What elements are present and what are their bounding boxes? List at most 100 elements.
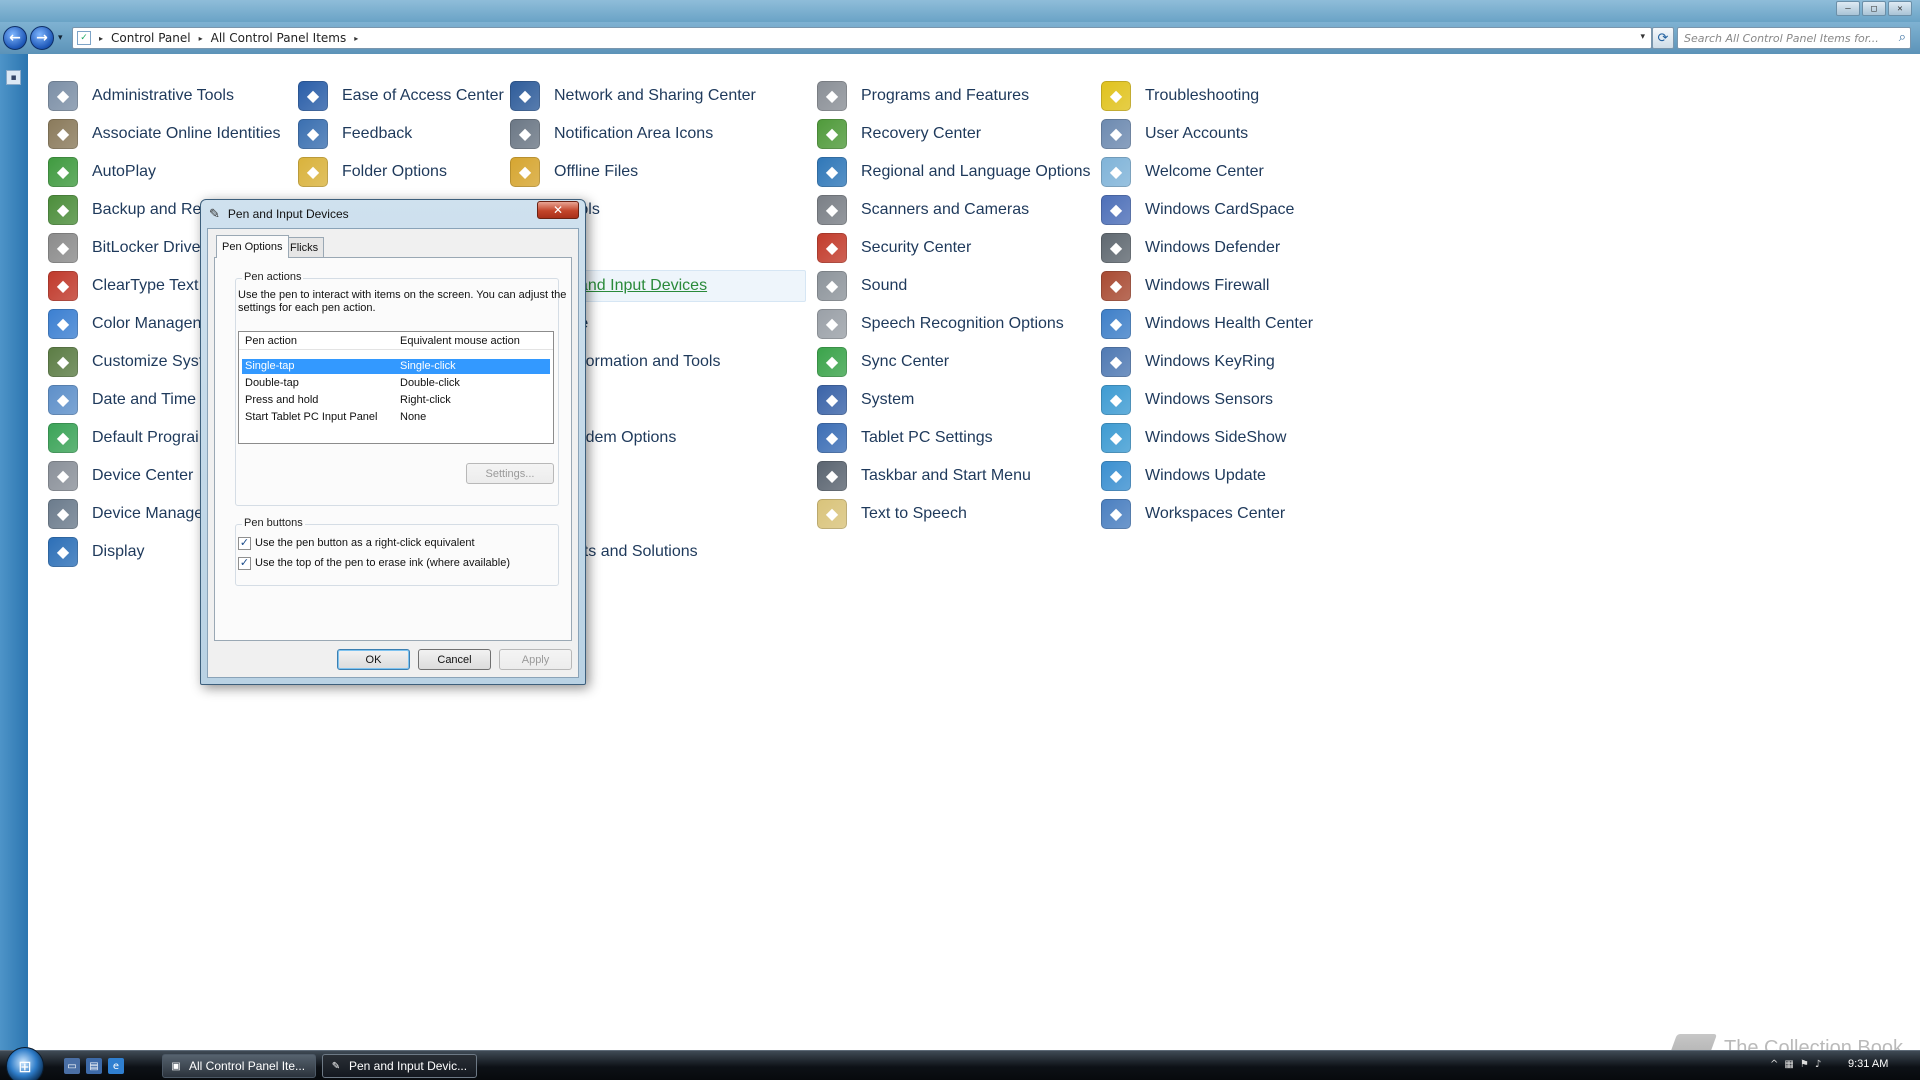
control-panel-item-sync-center[interactable]: ◆ Sync Center	[817, 346, 949, 378]
sound-icon: ◆	[817, 271, 847, 301]
volume-tray-icon[interactable]: ♪	[1815, 1059, 1821, 1070]
keyring-icon: ◆	[1101, 347, 1131, 377]
recent-pages-dropdown-icon[interactable]: ▾	[58, 33, 63, 43]
list-row-single-tap[interactable]: Single-tap Single-click	[242, 359, 550, 374]
tablet-pc-icon: ◆	[817, 423, 847, 453]
control-panel-item-feedback[interactable]: ◆ Feedback	[298, 118, 412, 150]
control-panel-item-scanners-and-cameras[interactable]: ◆ Scanners and Cameras	[817, 194, 1029, 226]
control-panel-item-label: Administrative Tools	[92, 87, 234, 104]
control-panel-item-cleartype-text[interactable]: ◆ ClearType Text	[48, 270, 198, 302]
column-header-pen-action[interactable]: Pen action	[245, 335, 297, 347]
control-panel-item-label: Date and Time	[92, 391, 197, 408]
right-click-checkbox[interactable]: ✓	[238, 536, 251, 550]
control-panel-item-folder-options[interactable]: ◆ Folder Options	[298, 156, 447, 188]
control-panel-item-workspaces-center[interactable]: ◆ Workspaces Center	[1101, 498, 1285, 530]
control-panel-item-bitlocker-drive[interactable]: ◆ BitLocker Drive	[48, 232, 200, 264]
control-panel-item-administrative-tools[interactable]: ◆ Administrative Tools	[48, 80, 234, 112]
control-panel-item-ease-of-access-center[interactable]: ◆ Ease of Access Center	[298, 80, 504, 112]
security-tray-icon[interactable]: ⚑	[1800, 1059, 1809, 1070]
control-panel-item-recovery-center[interactable]: ◆ Recovery Center	[817, 118, 981, 150]
taskbar-item-pen-dialog[interactable]: ✎ Pen and Input Devic...	[322, 1054, 477, 1078]
search-icon[interactable]: ⌕	[1899, 30, 1906, 45]
refresh-button[interactable]: ⟳	[1652, 27, 1674, 49]
breadcrumb-control-panel[interactable]: Control Panel	[111, 31, 191, 45]
control-panel-item-backup-and-res[interactable]: ◆ Backup and Res	[48, 194, 209, 226]
control-panel-item-security-center[interactable]: ◆ Security Center	[817, 232, 971, 264]
control-panel-item-autoplay[interactable]: ◆ AutoPlay	[48, 156, 156, 188]
control-panel-item-windows-cardspace[interactable]: ◆ Windows CardSpace	[1101, 194, 1294, 226]
erase-ink-option[interactable]: ✓ Use the top of the pen to erase ink (w…	[238, 555, 510, 571]
start-button[interactable]: ⊞	[6, 1047, 44, 1080]
minimize-button[interactable]: –	[1836, 1, 1860, 16]
list-row-press-and-hold[interactable]: Press and hold Right-click	[242, 393, 550, 408]
control-panel-item-text-to-speech[interactable]: ◆ Text to Speech	[817, 498, 967, 530]
control-panel-item-windows-keyring[interactable]: ◆ Windows KeyRing	[1101, 346, 1275, 378]
apply-button[interactable]: Apply	[499, 649, 572, 670]
control-panel-item-notification-area-icons[interactable]: ◆ Notification Area Icons	[510, 118, 713, 150]
control-panel-item-and-input-devices[interactable]: and Input Devices	[578, 270, 806, 302]
address-bar[interactable]: ✓ ▸ Control Panel ▸ All Control Panel It…	[72, 27, 1652, 49]
show-desktop-icon[interactable]: ▭	[64, 1058, 80, 1074]
control-panel-item-programs-and-features[interactable]: ◆ Programs and Features	[817, 80, 1029, 112]
control-panel-item-system[interactable]: ◆ System	[817, 384, 914, 416]
control-panel-item-default-prograi[interactable]: ◆ Default Prograi	[48, 422, 199, 454]
settings-button[interactable]: Settings...	[466, 463, 554, 484]
control-panel-item-windows-firewall[interactable]: ◆ Windows Firewall	[1101, 270, 1269, 302]
control-panel-item-label: AutoPlay	[92, 163, 157, 180]
search-input[interactable]: Search All Control Panel Items for... ⌕	[1677, 27, 1911, 49]
cardspace-icon: ◆	[1101, 195, 1131, 225]
control-panel-item-speech-recognition-options[interactable]: ◆ Speech Recognition Options	[817, 308, 1064, 340]
control-panel-item-windows-sideshow[interactable]: ◆ Windows SideShow	[1101, 422, 1286, 454]
control-panel-item-troubleshooting[interactable]: ◆ Troubleshooting	[1101, 80, 1259, 112]
right-click-option[interactable]: ✓ Use the pen button as a right-click eq…	[238, 535, 475, 551]
dialog-title-bar[interactable]: ✎ Pen and Input Devices	[201, 200, 585, 228]
sidebar-toggle-icon[interactable]: ▪	[6, 70, 21, 85]
breadcrumb-all-items[interactable]: All Control Panel Items	[211, 31, 347, 45]
clock[interactable]: 9:31 AM	[1848, 1058, 1888, 1070]
internet-explorer-icon[interactable]: e	[108, 1058, 124, 1074]
tab-pen-options[interactable]: Pen Options	[216, 235, 289, 258]
breadcrumb-separator-icon[interactable]: ▸	[99, 34, 103, 43]
control-panel-item-associate-online-identities[interactable]: ◆ Associate Online Identities	[48, 118, 281, 150]
control-panel-item-regional-and-language-options[interactable]: ◆ Regional and Language Options	[817, 156, 1091, 188]
control-panel-item-windows-sensors[interactable]: ◆ Windows Sensors	[1101, 384, 1273, 416]
control-panel-item-welcome-center[interactable]: ◆ Welcome Center	[1101, 156, 1264, 188]
control-panel-item-taskbar-and-start-menu[interactable]: ◆ Taskbar and Start Menu	[817, 460, 1031, 492]
maximize-button[interactable]: □	[1862, 1, 1886, 16]
control-panel-item-tablet-pc-settings[interactable]: ◆ Tablet PC Settings	[817, 422, 993, 454]
tray-expand-icon[interactable]: ^	[1770, 1059, 1778, 1070]
control-panel-item-network-and-sharing-center[interactable]: ◆ Network and Sharing Center	[510, 80, 756, 112]
control-panel-item-user-accounts[interactable]: ◆ User Accounts	[1101, 118, 1248, 150]
control-panel-item-label: Troubleshooting	[1145, 87, 1260, 104]
tab-flicks[interactable]: Flicks	[284, 237, 325, 257]
network-tray-icon[interactable]: ▦	[1784, 1059, 1793, 1070]
address-dropdown-icon[interactable]: ▾	[1640, 32, 1645, 42]
dialog-close-button[interactable]: ✕	[537, 201, 579, 219]
breadcrumb-separator-icon[interactable]: ▸	[199, 34, 203, 43]
switch-windows-icon[interactable]: ▤	[86, 1058, 102, 1074]
cancel-button[interactable]: Cancel	[418, 649, 491, 670]
control-panel-item-device-center[interactable]: ◆ Device Center	[48, 460, 193, 492]
breadcrumb-separator-icon[interactable]: ▸	[354, 34, 358, 43]
control-panel-item-color-managen[interactable]: ◆ Color Managen	[48, 308, 201, 340]
control-panel-item-windows-update[interactable]: ◆ Windows Update	[1101, 460, 1266, 492]
taskbar-item-control-panel[interactable]: ▣ All Control Panel Ite...	[162, 1054, 316, 1078]
control-panel-item-display[interactable]: ◆ Display	[48, 536, 144, 568]
list-row-input-panel[interactable]: Start Tablet PC Input Panel None	[242, 410, 550, 425]
erase-ink-checkbox[interactable]: ✓	[238, 556, 251, 570]
control-panel-item-device-manage[interactable]: ◆ Device Manage	[48, 498, 203, 530]
control-panel-item-sound[interactable]: ◆ Sound	[817, 270, 907, 302]
control-panel-item-windows-defender[interactable]: ◆ Windows Defender	[1101, 232, 1280, 264]
control-panel-item-windows-health-center[interactable]: ◆ Windows Health Center	[1101, 308, 1313, 340]
ok-button[interactable]: OK	[337, 649, 410, 670]
column-header-mouse-action[interactable]: Equivalent mouse action	[400, 335, 520, 347]
control-panel-item-date-and-time[interactable]: ◆ Date and Time	[48, 384, 196, 416]
list-row-double-tap[interactable]: Double-tap Double-click	[242, 376, 550, 391]
close-button[interactable]: ✕	[1888, 1, 1912, 16]
forward-button[interactable]: →	[30, 26, 54, 50]
pen-actions-list[interactable]: Pen action Equivalent mouse action Singl…	[238, 331, 554, 444]
back-button[interactable]: ←	[3, 26, 27, 50]
control-panel-item-customize-syst[interactable]: ◆ Customize Syst	[48, 346, 203, 378]
control-panel-item-label: Display	[92, 543, 145, 560]
control-panel-item-offline-files[interactable]: ◆ Offline Files	[510, 156, 638, 188]
